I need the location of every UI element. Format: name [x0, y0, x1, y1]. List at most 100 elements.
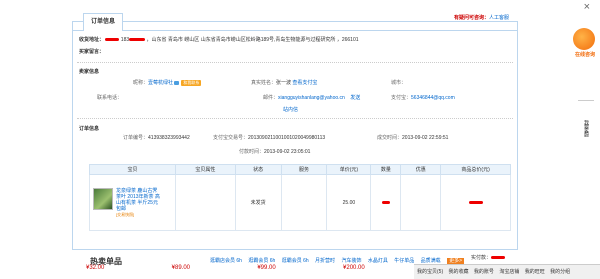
toolbar-item[interactable]: 我的分组 — [550, 269, 570, 275]
contact-badge[interactable]: 和我联系 — [181, 80, 202, 86]
hot-tabs: 逛霸店会员 6h 逛霸会员 6h 逛霸会员 6h 月折营时 汽车装饰 水晶灯具 … — [210, 257, 469, 264]
toolbar-item[interactable]: 我的宝贝(5) — [417, 269, 443, 275]
seller-email: 邮件：xiangguyishanlang@yahoo.cn 发送 — [263, 94, 360, 101]
receiver-address: 收货地址： 183 ，山东省 青岛市 崂山区 山东省青岛市崂山区松岭路189号,… — [79, 36, 509, 43]
hot-price[interactable]: ¥99.00 — [257, 265, 341, 271]
col-attr: 宝贝属性 — [174, 164, 236, 175]
pay-time: 付款时间：2013-09-02 23:05:01 — [239, 148, 310, 155]
pay-value: 2013-09-02 23:05:01 — [264, 149, 311, 155]
col-status: 状态 — [234, 164, 282, 175]
deal-time: 成交时间：2013-09-02 22:59:51 — [377, 134, 448, 141]
price-cell: 25.00 — [326, 174, 372, 231]
order-card: 订单信息 有疑问可咨询：人工客服 收货地址： 183 ，山东省 青岛市 崂山区 … — [72, 13, 518, 261]
city-label: 城市： — [391, 80, 407, 86]
deal-value: 2013-09-02 22:59:51 — [402, 135, 449, 141]
alipay-view-link[interactable]: 查看支付宝 — [292, 80, 317, 86]
seller-realname: 真实姓名：张一波 查看支付宝 — [251, 79, 317, 86]
receiver-label: 收货地址： — [79, 37, 105, 43]
toolbar-item[interactable]: 我的旺旺 — [525, 269, 545, 275]
help-link[interactable]: 人工客服 — [489, 15, 509, 21]
wangwang-icon[interactable] — [174, 80, 180, 85]
product-thumbnail[interactable] — [93, 187, 113, 210]
send-link[interactable]: 发送 — [350, 95, 360, 101]
order-section-title: 订单信息 — [79, 126, 100, 132]
email-value[interactable]: xiangguyishanlang@yahoo.cn — [278, 95, 345, 101]
bottom-toolbar: 我的宝贝(5) 我的收藏 我的账号 淘宝店铺 我的旺旺 我的分组 — [414, 264, 600, 279]
help-question: 有疑问可咨询： — [453, 15, 489, 21]
hot-tab[interactable]: 汽车装饰 — [341, 258, 361, 264]
hot-tab[interactable]: 月折营时 — [315, 258, 335, 264]
hot-tab[interactable]: 逛霸店会员 6h — [210, 258, 242, 264]
seller-section-title: 卖家信息 — [79, 69, 100, 75]
email-label: 邮件： — [263, 95, 279, 101]
col-qty: 数量 — [370, 164, 402, 175]
hot-tab[interactable]: 牛仔单品 — [394, 258, 414, 264]
seller-phone: 联系电话： — [97, 94, 122, 101]
table-row: 龙泉绿茶 鹿山古霁 茶叶 2013年新茶 高山有机茶 半斤25元 包邮 [交易快… — [89, 174, 511, 231]
alipay-trade: 支付宝交易号：2013090211001001020049980113 — [213, 134, 325, 141]
discount-cell — [400, 174, 442, 231]
redacted-total — [468, 200, 483, 204]
alipay-value[interactable]: 56346844@qq.com — [411, 95, 455, 101]
nick-value[interactable]: 壹莓杭绿社 — [148, 80, 173, 86]
item-cell: 龙泉绿茶 鹿山古霁 茶叶 2013年新茶 高山有机茶 半斤25元 包邮 [交易快… — [89, 174, 176, 231]
col-total: 商品总价(元) — [440, 164, 511, 175]
qty-cell — [370, 174, 402, 231]
hot-tab[interactable]: 水晶灯具 — [368, 258, 388, 264]
receiver-phone: 183 — [120, 37, 130, 43]
hot-tab[interactable]: 逛霸会员 6h — [248, 258, 275, 264]
col-price: 单价(元) — [326, 164, 372, 175]
hot-prices: ¥32.00 ¥89.00 ¥99.00 ¥200.00 — [86, 265, 427, 271]
toolbar-item[interactable]: 我的账号 — [474, 269, 494, 275]
toolbar-item[interactable]: 淘宝店铺 — [499, 269, 519, 275]
tab-row: 订单信息 有疑问可咨询：人工客服 — [73, 13, 517, 31]
divider — [578, 100, 594, 101]
internal-message-link[interactable]: 站内信 — [283, 107, 298, 113]
alipay-label: 支付宝： — [391, 95, 412, 101]
col-item: 宝贝 — [89, 164, 176, 175]
order-number: 订单编号：413938323993442 — [123, 134, 190, 141]
trade-value: 2013090211001001020049980113 — [248, 135, 326, 141]
seller-alipay: 支付宝：56346844@qq.com — [391, 94, 455, 101]
service-cell — [280, 174, 328, 231]
hot-price[interactable]: ¥32.00 — [86, 265, 170, 271]
goods-header-row: 宝贝 宝贝属性 状态 服务 单价(元) 数量 优惠 商品总价(元) — [89, 164, 511, 175]
product: 龙泉绿茶 鹿山古霁 茶叶 2013年新茶 高山有机茶 半斤25元 包邮 [交易快… — [90, 187, 175, 218]
tab-order-info[interactable]: 订单信息 — [83, 13, 123, 31]
side-vertical-text[interactable]: 我要客服 — [580, 120, 590, 136]
product-title[interactable]: 龙泉绿茶 鹿山古霁 茶叶 2013年新茶 高山有机茶 半斤25元 包邮 — [116, 188, 160, 212]
order-no-value: 413938323993442 — [148, 135, 190, 141]
divider — [77, 62, 513, 63]
service-avatar-icon[interactable] — [573, 28, 595, 50]
snapshot-link[interactable]: [交易快照] — [116, 212, 160, 218]
trade-label: 支付宝交易号： — [213, 135, 249, 141]
nick-label: 昵称： — [133, 80, 149, 86]
seller-nick: 昵称：壹莓杭绿社 和我联系 — [133, 79, 202, 86]
close-icon[interactable]: × — [584, 0, 590, 14]
status-cell: 未发货 — [234, 174, 282, 231]
online-consult-label[interactable]: 在线咨询 — [574, 52, 596, 58]
order-no-label: 订单编号： — [123, 135, 149, 141]
deal-label: 成交时间： — [377, 135, 403, 141]
realname-label: 真实姓名： — [251, 80, 277, 86]
attr-cell — [174, 174, 236, 231]
hot-price[interactable]: ¥89.00 — [172, 265, 256, 271]
total-cell — [440, 174, 511, 231]
col-service: 服务 — [280, 164, 328, 175]
seller-city: 城市： — [391, 79, 406, 86]
product-info: 龙泉绿茶 鹿山古霁 茶叶 2013年新茶 高山有机茶 半斤25元 包邮 [交易快… — [116, 188, 160, 218]
help-text: 有疑问可咨询：人工客服 — [454, 14, 509, 21]
redacted-phone — [129, 38, 146, 42]
realname-value: 张一波 — [276, 80, 292, 86]
col-discount: 优惠 — [400, 164, 442, 175]
top-bar: × — [0, 0, 600, 14]
pay-label: 付款时间： — [239, 149, 265, 155]
divider — [77, 118, 513, 119]
phone-label: 联系电话： — [97, 95, 123, 101]
redacted-qty — [381, 200, 390, 204]
hot-tab[interactable]: 逛霸会员 6h — [282, 258, 309, 264]
redacted-name — [105, 38, 120, 42]
buyer-message-label: 买家留言： — [79, 49, 105, 55]
receiver-address-text: ，山东省 青岛市 崂山区 山东省青岛市崂山区松岭路189号,青岛生物能源与过程研… — [146, 37, 359, 43]
toolbar-item[interactable]: 我的收藏 — [449, 269, 469, 275]
